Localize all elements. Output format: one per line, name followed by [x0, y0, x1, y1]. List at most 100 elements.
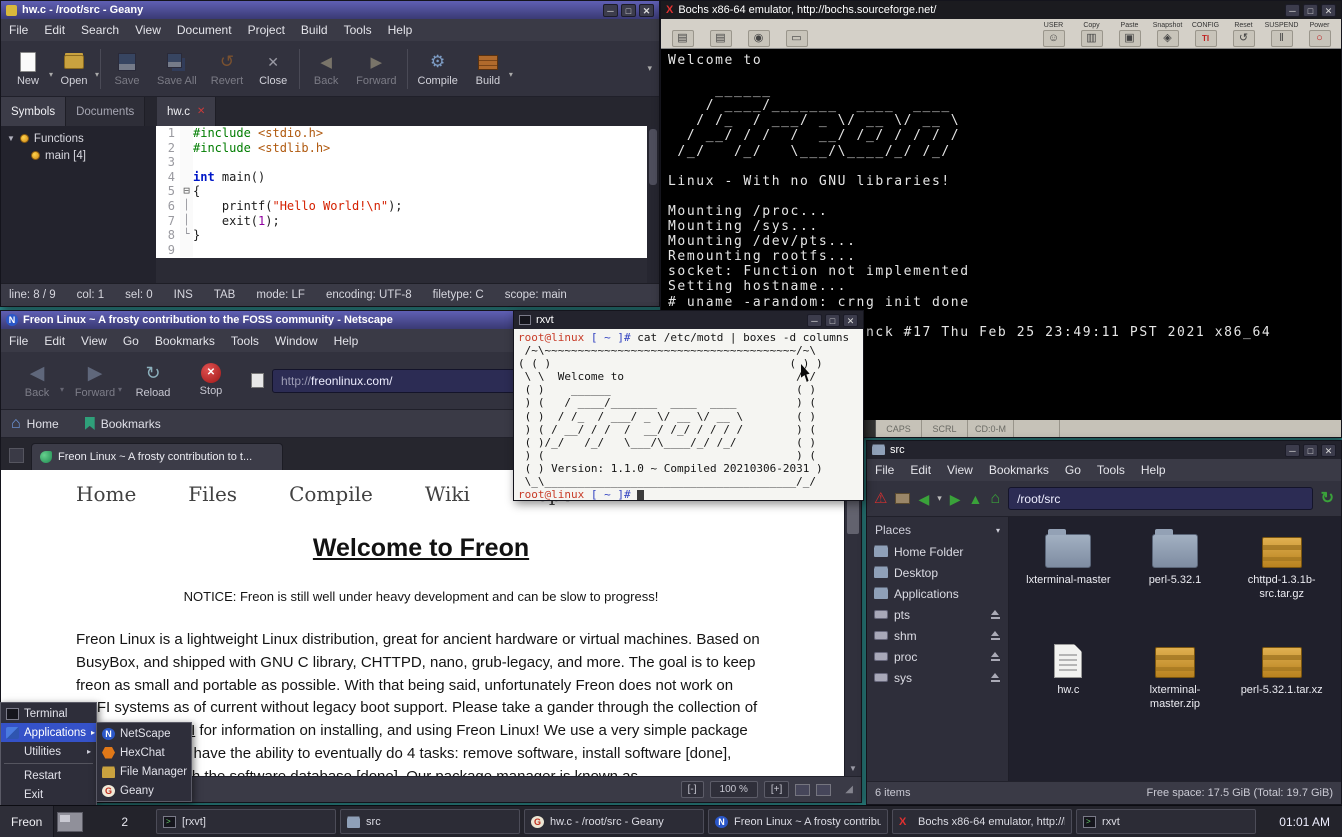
maximize-button[interactable]: □	[621, 4, 636, 17]
scroll-down-icon[interactable]: ▼	[845, 764, 861, 773]
file-item-perl-5-32-1-tar-xz[interactable]: perl-5.32.1.tar.xz	[1228, 639, 1335, 745]
menu-item-bookmarks[interactable]: Bookmarks	[147, 330, 223, 352]
menu-item-go[interactable]: Go	[1057, 459, 1089, 481]
menu-item-file[interactable]: File	[1, 330, 36, 352]
close-button[interactable]: ✕	[843, 314, 858, 327]
menu-item-netscape[interactable]: NetScape	[97, 724, 191, 743]
cdrom-button[interactable]: ◉	[742, 22, 775, 47]
back-button[interactable]: Back	[303, 48, 349, 89]
zoom-in-button[interactable]: [+]	[764, 781, 789, 798]
code-editor[interactable]: 1#include <stdio.h>2#include <stdlib.h>3…	[156, 126, 659, 283]
nav-link-files[interactable]: Files	[188, 482, 237, 506]
menu-item-tools[interactable]: Tools	[1089, 459, 1133, 481]
workspace-pager[interactable]	[57, 812, 83, 832]
menu-item-document[interactable]: Document	[169, 19, 240, 41]
browser-tab[interactable]: Freon Linux ~ A frosty contribution to t…	[31, 443, 283, 470]
page-scrollbar[interactable]: ▼	[844, 470, 861, 776]
minimize-button[interactable]: ─	[603, 4, 618, 17]
tab-symbols[interactable]: Symbols	[1, 97, 66, 126]
filemanager-titlebar[interactable]: src ─ □ ✕	[867, 441, 1341, 459]
places-header[interactable]: Places ▾	[867, 519, 1008, 541]
maximize-button[interactable]: □	[1303, 4, 1318, 17]
mouse-button[interactable]: ▭	[780, 22, 813, 47]
file-item-lxterminal-master-zip[interactable]: lxterminal-master.zip	[1122, 639, 1229, 745]
close-button[interactable]: ✕	[1321, 4, 1336, 17]
eject-icon[interactable]	[990, 673, 1001, 683]
menu-item-project[interactable]: Project	[240, 19, 293, 41]
menu-item-edit[interactable]: Edit	[36, 19, 73, 41]
minimize-button[interactable]: ─	[807, 314, 822, 327]
caret-down-icon[interactable]: ▾	[509, 70, 513, 79]
menu-item-utilities[interactable]: Utilities▸	[1, 742, 96, 761]
config-button[interactable]: CONFIGTI	[1189, 22, 1222, 47]
snapshot-button[interactable]: Snapshot◈	[1151, 22, 1184, 47]
suspend-button[interactable]: SUSPEND‖	[1265, 22, 1298, 47]
menu-item-help[interactable]: Help	[380, 19, 421, 41]
menu-item-bookmarks[interactable]: Bookmarks	[981, 459, 1057, 481]
task-button-bochs-x86-64-emulator-http-bo[interactable]: Bochs x86-64 emulator, http://bo	[892, 809, 1072, 834]
menu-item-file[interactable]: File	[867, 459, 902, 481]
rxvt-titlebar[interactable]: rxvt ─ □ ✕	[514, 311, 863, 329]
up-icon[interactable]	[969, 492, 983, 506]
save-all-button[interactable]: Save All	[150, 48, 204, 89]
compile-button[interactable]: Compile	[411, 48, 465, 89]
page-proxy-icon[interactable]	[251, 373, 264, 388]
tab-hw-c[interactable]: hw.c ✕	[157, 97, 216, 126]
task-button--rxvt-[interactable]: [rxvt]	[156, 809, 336, 834]
file-item-perl-5-32-1[interactable]: perl-5.32.1	[1122, 529, 1229, 635]
menu-item-tools[interactable]: Tools	[223, 330, 267, 352]
place-sys[interactable]: sys	[867, 667, 1008, 688]
window-split-icon[interactable]	[816, 784, 831, 796]
minimize-button[interactable]: ─	[1285, 4, 1300, 17]
menu-item-help[interactable]: Help	[326, 330, 367, 352]
symbols-tree-root[interactable]: ▼Functions	[7, 130, 150, 147]
freon-menu-button[interactable]: Freon	[0, 806, 54, 837]
open-button[interactable]: Open▾	[51, 48, 97, 89]
menu-item-applications[interactable]: Applications▸	[1, 723, 96, 742]
forward-button[interactable]: Forward	[349, 48, 403, 89]
maximize-button[interactable]: □	[825, 314, 840, 327]
power-button[interactable]: Power○	[1303, 22, 1336, 47]
menu-item-terminal[interactable]: Terminal	[1, 704, 96, 723]
place-applications[interactable]: Applications	[867, 583, 1008, 604]
menu-item-edit[interactable]: Edit	[902, 459, 939, 481]
place-shm[interactable]: shm	[867, 625, 1008, 646]
bookmark-home[interactable]: Home	[11, 415, 59, 433]
reset-button[interactable]: Reset↺	[1227, 22, 1260, 47]
bochs-titlebar[interactable]: Bochs x86-64 emulator, http://bochs.sour…	[661, 1, 1341, 19]
paste-button[interactable]: Paste▣	[1113, 22, 1146, 47]
build-button[interactable]: Build▾	[465, 48, 511, 89]
menu-item-file-manager[interactable]: File Manager	[97, 762, 191, 781]
path-field[interactable]: /root/src	[1008, 487, 1313, 510]
place-home-folder[interactable]: Home Folder	[867, 541, 1008, 562]
workspace-number[interactable]: 2	[121, 815, 128, 829]
eject-icon[interactable]	[990, 610, 1001, 620]
nav-link-compile[interactable]: Compile	[289, 482, 373, 506]
symbols-tree-item[interactable]: main [4]	[7, 147, 150, 164]
forward-button[interactable]: Forward▾	[67, 363, 123, 399]
eject-icon[interactable]	[990, 631, 1001, 641]
menu-item-geany[interactable]: Geany	[97, 781, 191, 800]
revert-button[interactable]: Revert	[204, 48, 250, 89]
place-proc[interactable]: proc	[867, 646, 1008, 667]
refresh-icon[interactable]	[1321, 491, 1334, 507]
menu-item-view[interactable]: View	[939, 459, 981, 481]
tab-list-icon[interactable]	[9, 448, 24, 463]
zoom-out-button[interactable]: [-]	[681, 781, 704, 798]
terminal-output[interactable]: root@linux [ ~ ]# cat /etc/motd | boxes …	[514, 329, 863, 500]
close-button[interactable]: ✕	[639, 4, 654, 17]
new-button[interactable]: New▾	[5, 48, 51, 89]
file-item-lxterminal-master[interactable]: lxterminal-master	[1015, 529, 1122, 635]
menu-item-window[interactable]: Window	[267, 330, 326, 352]
back-icon[interactable]	[918, 492, 929, 506]
caret-down-icon[interactable]: ▾	[118, 385, 122, 394]
save-button[interactable]: Save	[104, 48, 150, 89]
menu-item-file[interactable]: File	[1, 19, 36, 41]
menu-item-build[interactable]: Build	[293, 19, 336, 41]
home-icon[interactable]	[990, 491, 1000, 507]
toolbar-overflow-icon[interactable]: ▾	[647, 63, 655, 74]
menu-item-search[interactable]: Search	[73, 19, 127, 41]
tab-close-icon[interactable]: ✕	[197, 106, 205, 117]
task-button-hw-c-root-src-geany[interactable]: hw.c - /root/src - Geany	[524, 809, 704, 834]
nav-link-wiki[interactable]: Wiki	[425, 482, 470, 506]
